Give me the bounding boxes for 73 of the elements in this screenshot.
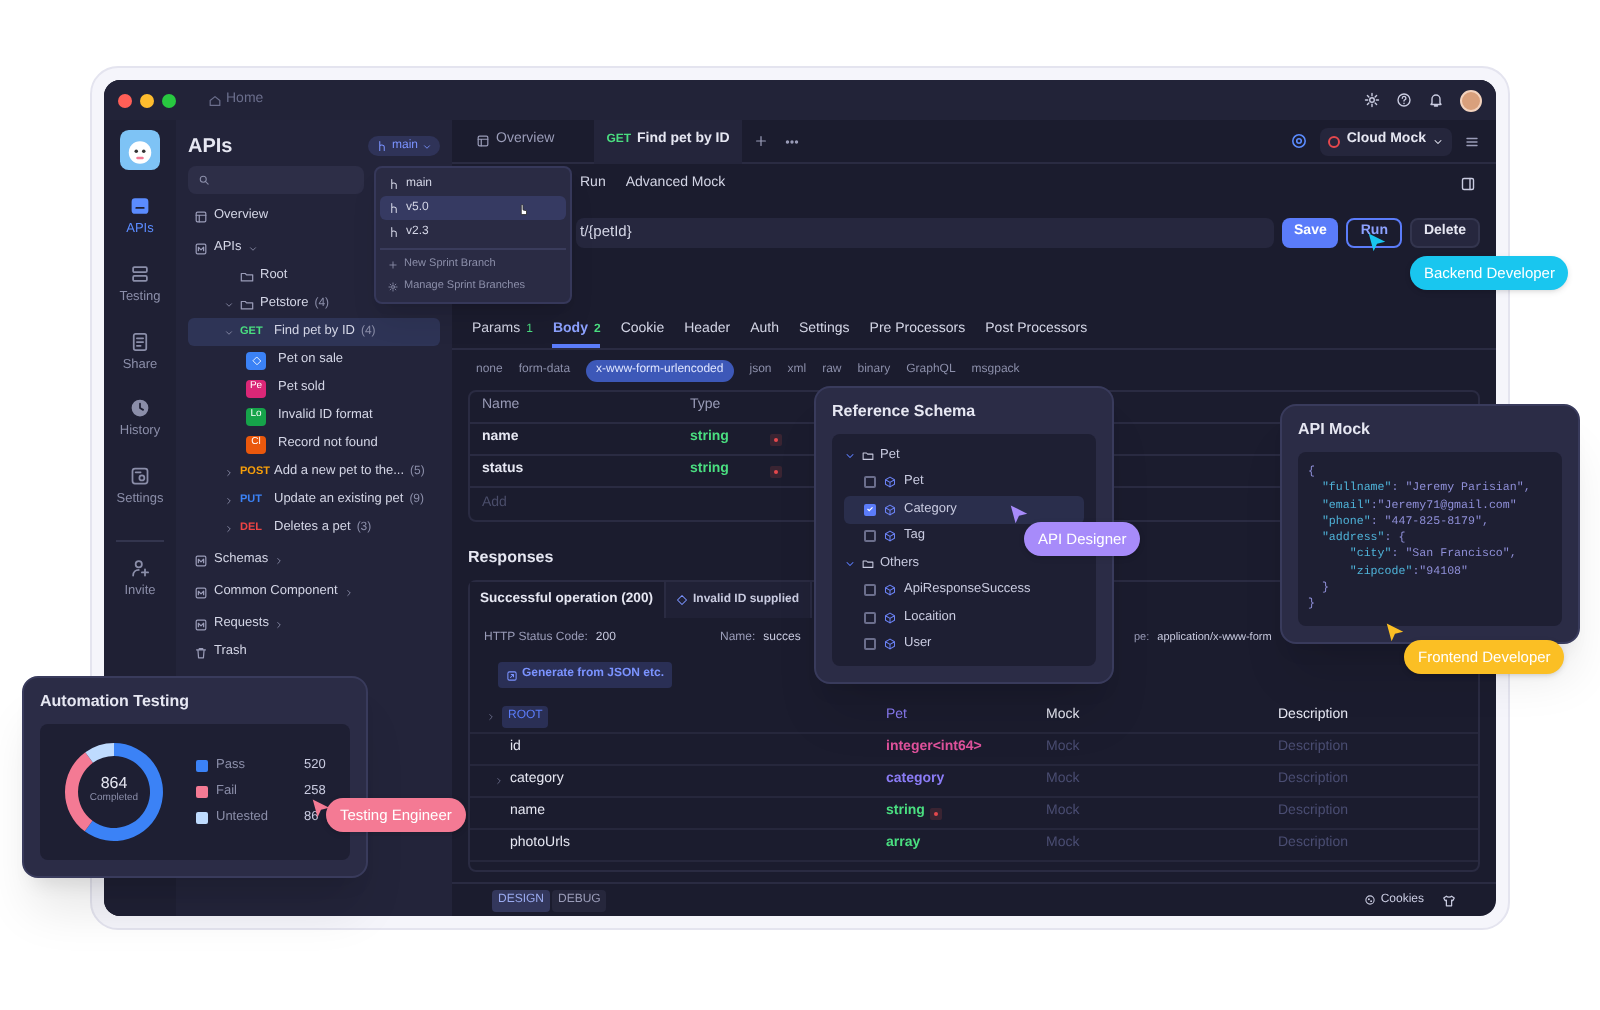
chevron-icon [844, 557, 856, 570]
module-icon [194, 553, 208, 567]
settings-icon [130, 466, 150, 486]
document-icon [130, 331, 150, 351]
page-icon [194, 209, 208, 223]
chevron-icon [274, 555, 285, 565]
folder-icon [862, 449, 874, 462]
checkbox[interactable] [864, 476, 876, 489]
chevron-icon [224, 299, 234, 309]
chevron-icon [224, 523, 234, 533]
clock-icon [130, 398, 150, 419]
api-icon [130, 196, 150, 216]
sidebar-title: APIs [188, 133, 233, 161]
sync-icon[interactable] [1290, 132, 1309, 150]
cube-icon [884, 503, 896, 516]
app-logo-icon [120, 130, 160, 170]
maximize-button[interactable] [162, 93, 176, 107]
help-icon[interactable] [1396, 92, 1412, 108]
trash-icon [194, 645, 208, 659]
chevron-icon [844, 449, 856, 462]
module-icon [194, 617, 208, 631]
hand-cursor-icon [516, 201, 530, 215]
pointer-icon [1384, 622, 1406, 644]
panel-icon[interactable] [1460, 176, 1476, 192]
chevron-icon [224, 327, 234, 337]
caret-icon [422, 141, 432, 151]
add-tab-icon[interactable] [753, 134, 768, 148]
chevron-icon [274, 619, 285, 629]
edit-icon [506, 669, 518, 681]
card-title: Reference Schema [832, 400, 978, 424]
chevron-icon [224, 495, 234, 505]
checkbox[interactable] [864, 503, 876, 516]
module-icon [194, 585, 208, 599]
card-title: API Mock [1298, 418, 1373, 442]
stack-icon [130, 263, 150, 284]
diamond-icon [675, 594, 687, 606]
caret-icon [1432, 135, 1444, 147]
card-title: Automation Testing [40, 690, 192, 714]
chevron-icon [343, 587, 354, 597]
add-person-icon [129, 557, 150, 578]
search-field[interactable] [188, 166, 364, 194]
status-ring-icon [1328, 135, 1341, 147]
home-icon [208, 93, 222, 107]
folder-icon [862, 557, 874, 570]
settings-icon[interactable] [1364, 92, 1380, 108]
checkbox[interactable] [864, 530, 876, 543]
checkbox[interactable] [864, 611, 876, 624]
close-button[interactable] [118, 93, 132, 107]
menu-icon[interactable] [1464, 133, 1480, 149]
module-icon [194, 241, 208, 255]
checkbox[interactable] [864, 638, 876, 651]
checkbox[interactable] [864, 584, 876, 597]
total-count: 864 [100, 776, 128, 793]
cube-icon [884, 611, 896, 624]
bell-icon[interactable] [1428, 92, 1444, 108]
section-title: Responses [468, 546, 554, 570]
shirt-icon[interactable] [1442, 893, 1456, 907]
cube-icon [884, 530, 896, 543]
chevron-icon [486, 712, 496, 722]
chevron-icon [247, 243, 258, 253]
chevron-icon [224, 467, 234, 477]
plus-icon [388, 260, 398, 270]
diamond-icon [251, 355, 261, 365]
cube-icon [884, 638, 896, 651]
cookie-icon [1364, 894, 1377, 906]
pointer-icon [1008, 504, 1030, 526]
settings-icon [388, 282, 398, 292]
search-icon [198, 174, 210, 186]
cube-icon [884, 584, 896, 597]
pointer-icon [1366, 232, 1388, 254]
cube-icon [884, 476, 896, 489]
page-icon [476, 134, 490, 148]
minimize-button[interactable] [140, 93, 154, 107]
